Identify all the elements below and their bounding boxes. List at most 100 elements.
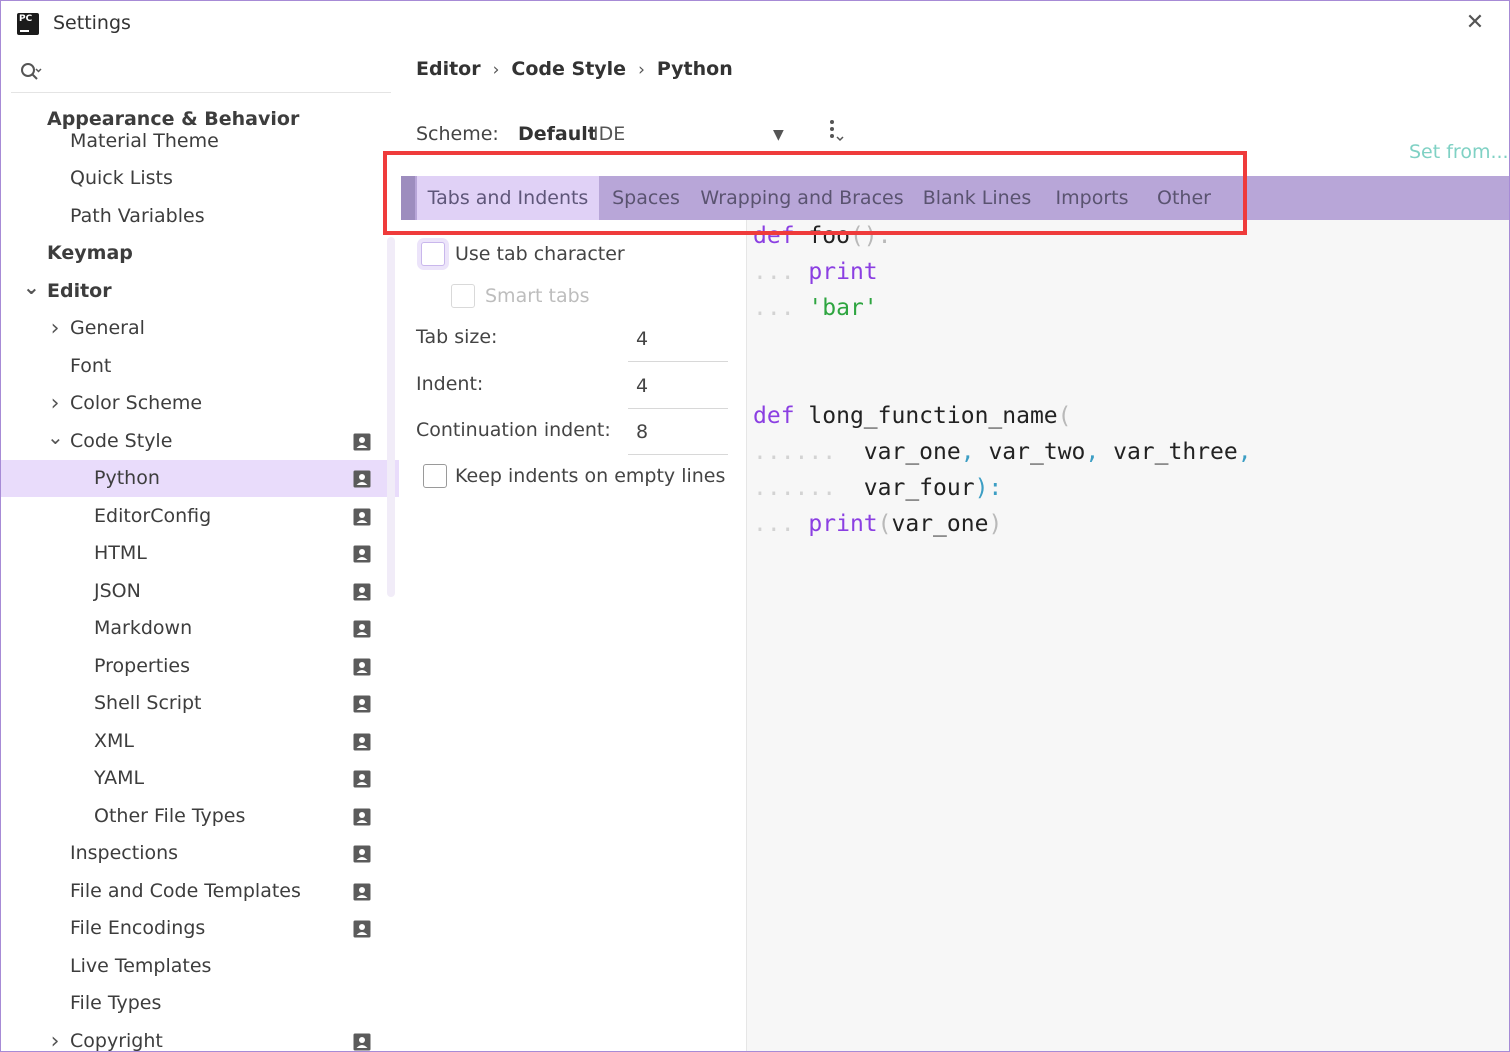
- sidebar-item-label: Path Variables: [70, 205, 205, 227]
- breadcrumb-separator-icon: ›: [638, 60, 645, 80]
- continuation-indent-row: Continuation indent: 8: [416, 409, 728, 455]
- code-preview[interactable]: def foo(): ... print ... 'bar' def long_…: [746, 220, 1509, 1051]
- sidebar-item-label: Inspections: [70, 842, 179, 864]
- sidebar-item-label: Keymap: [47, 242, 133, 264]
- sidebar-item-font[interactable]: Font: [1, 348, 399, 385]
- project-scope-icon: [353, 920, 371, 938]
- project-scope-icon: [353, 695, 371, 713]
- keep-indents-checkbox[interactable]: [423, 464, 447, 488]
- breadcrumb-python: Python: [656, 58, 733, 80]
- settings-sidebar: Appearance & Behavior Material Theme Quick…: [1, 47, 399, 1052]
- sidebar-item-live-templates[interactable]: Live Templates: [1, 948, 399, 985]
- set-from-link[interactable]: Set from...: [1409, 141, 1509, 163]
- chevron-right-icon[interactable]: ›: [47, 1023, 63, 1052]
- sidebar-item-label: General: [70, 317, 145, 339]
- sidebar-item-label: Shell Script: [94, 692, 202, 714]
- breadcrumb: Editor › Code Style › Python: [416, 58, 733, 80]
- sidebar-item-editorconfig[interactable]: EditorConfig: [1, 498, 399, 535]
- indent-input[interactable]: 4: [628, 363, 728, 409]
- sidebar-item-yaml[interactable]: YAML: [1, 760, 399, 797]
- title-bar: PC Settings ✕: [1, 1, 1509, 47]
- sidebar-item-code-style[interactable]: ⌄ Code Style: [1, 423, 399, 460]
- use-tab-character-checkbox[interactable]: [421, 242, 445, 266]
- tab-size-row: Tab size: 4: [416, 316, 728, 362]
- sidebar-item-label: Python: [94, 467, 160, 489]
- sidebar-item-file-types[interactable]: File Types: [1, 985, 399, 1022]
- project-scope-icon: [353, 845, 371, 863]
- sidebar-item-json[interactable]: JSON: [1, 573, 399, 610]
- sidebar-item-python[interactable]: Python: [1, 460, 399, 497]
- window-title: Settings: [53, 12, 131, 34]
- sidebar-item-label: Other File Types: [94, 805, 246, 827]
- chevron-down-icon[interactable]: ⌄: [23, 273, 40, 310]
- sidebar-item-other-file-types[interactable]: Other File Types: [1, 798, 399, 835]
- project-scope-icon: [353, 508, 371, 526]
- dropdown-arrow-icon[interactable]: ▼: [773, 127, 784, 143]
- indent-label: Indent:: [416, 373, 484, 395]
- continuation-indent-input[interactable]: 8: [628, 409, 728, 455]
- logo-letters: PC: [19, 14, 33, 24]
- sidebar-item-inspections[interactable]: Inspections: [1, 835, 399, 872]
- sidebar-item-path-variables[interactable]: Path Variables: [1, 198, 399, 235]
- sidebar-item-shell-script[interactable]: Shell Script: [1, 685, 399, 722]
- sidebar-item-label: YAML: [94, 767, 145, 789]
- more-vertical-icon[interactable]: [827, 119, 845, 143]
- smart-tabs-label: Smart tabs: [485, 285, 590, 307]
- sidebar-item-editor[interactable]: ⌄ Editor: [1, 273, 399, 310]
- sidebar-item-file-and-code-templates[interactable]: File and Code Templates: [1, 873, 399, 910]
- preview-line-4: def long_function_name(: [753, 403, 1072, 429]
- scheme-name: Default: [518, 123, 597, 145]
- close-icon[interactable]: ✕: [1463, 11, 1487, 35]
- chevron-right-icon[interactable]: ›: [47, 310, 63, 347]
- sidebar-item-label: Live Templates: [70, 955, 212, 977]
- breadcrumb-editor[interactable]: Editor: [416, 58, 481, 80]
- pycharm-logo-icon: PC: [17, 13, 39, 35]
- tabs-highlight-box: [383, 151, 1247, 235]
- project-scope-icon: [353, 1033, 371, 1051]
- sidebar-item-label: Font: [70, 355, 112, 377]
- sidebar-item-label: Code Style: [70, 430, 173, 452]
- sidebar-item-label: Editor: [47, 280, 112, 302]
- sidebar-item-file-encodings[interactable]: File Encodings: [1, 910, 399, 947]
- scheme-type: IDE: [593, 123, 626, 145]
- sidebar-item-label: Material Theme: [70, 130, 219, 152]
- sidebar-item-label: File Encodings: [70, 917, 206, 939]
- sidebar-item-xml[interactable]: XML: [1, 723, 399, 760]
- project-scope-icon: [353, 808, 371, 826]
- sidebar-item-label: JSON: [94, 580, 141, 602]
- project-scope-icon: [353, 583, 371, 601]
- sidebar-item-color-scheme[interactable]: › Color Scheme: [1, 385, 399, 422]
- project-scope-icon: [353, 733, 371, 751]
- sidebar-item-label: File and Code Templates: [70, 880, 301, 902]
- sidebar-item-general[interactable]: › General: [1, 310, 399, 347]
- sidebar-item-keymap[interactable]: Keymap: [1, 235, 399, 272]
- tab-size-input[interactable]: 4: [628, 316, 728, 362]
- search-icon: [21, 63, 42, 80]
- sidebar-item-copyright[interactable]: › Copyright: [1, 1023, 399, 1052]
- sidebar-item-label: File Types: [70, 992, 162, 1014]
- chevron-down-icon[interactable]: ⌄: [47, 423, 64, 460]
- sidebar-item-markdown[interactable]: Markdown: [1, 610, 399, 647]
- preview-line-5: ...... var_one, var_two, var_three,: [753, 439, 1252, 465]
- breadcrumb-code-style[interactable]: Code Style: [511, 58, 626, 80]
- continuation-indent-label: Continuation indent:: [416, 419, 611, 441]
- keep-indents-label: Keep indents on empty lines: [455, 465, 726, 487]
- sidebar-item-properties[interactable]: Properties: [1, 648, 399, 685]
- sidebar-item-label: Properties: [94, 655, 191, 677]
- project-scope-icon: [353, 770, 371, 788]
- sidebar-item-quick-lists[interactable]: Quick Lists: [1, 160, 399, 197]
- sidebar-item-html[interactable]: HTML: [1, 535, 399, 572]
- settings-window: PC Settings ✕ Appearance & Behavior Mater…: [0, 0, 1510, 1052]
- use-tab-character-label: Use tab character: [455, 243, 625, 265]
- settings-search[interactable]: [11, 57, 391, 93]
- project-scope-icon: [353, 433, 371, 451]
- sidebar-item-label: Markdown: [94, 617, 193, 639]
- sidebar-scrollbar[interactable]: [387, 237, 395, 597]
- tabs-and-indents-options: Use tab character Smart tabs Tab size: 4…: [399, 220, 745, 1051]
- smart-tabs-checkbox: [451, 284, 475, 308]
- chevron-right-icon[interactable]: ›: [47, 385, 63, 422]
- project-scope-icon: [353, 883, 371, 901]
- sidebar-item-label: Copyright: [70, 1030, 163, 1052]
- sidebar-item-material-theme[interactable]: Material Theme: [1, 123, 399, 160]
- preview-line-6: ...... var_four):: [753, 475, 1003, 501]
